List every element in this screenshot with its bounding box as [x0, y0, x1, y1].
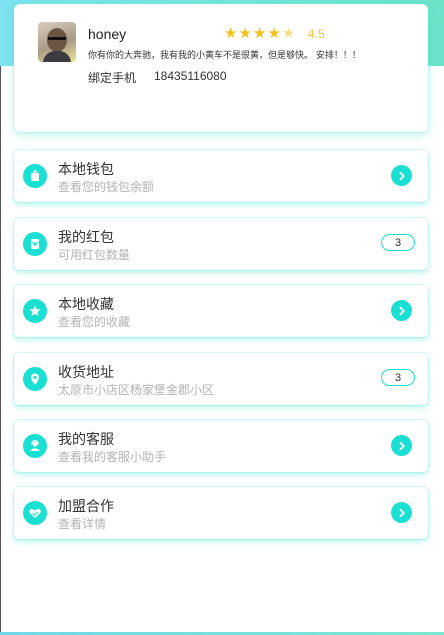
- menu-item-subtitle: 查看我的客服小助手: [58, 450, 167, 464]
- menu-item-wallet[interactable]: 本地钱包 查看您的钱包余额: [14, 150, 428, 202]
- menu-item-title: 我的客服: [58, 432, 114, 448]
- menu-item-title: 加盟合作: [58, 499, 114, 515]
- count-badge[interactable]: 3: [381, 369, 415, 386]
- rating-stars: ★★★★★: [224, 24, 296, 42]
- avatar-face: [47, 28, 67, 52]
- menu-item-customer-service[interactable]: 我的客服 查看我的客服小助手: [14, 420, 428, 472]
- profile-card: honey ★★★★★ 4.5 你有你的大奔驰，我有我的小黄车不是很黄，但是够快…: [14, 4, 428, 132]
- username: honey: [88, 26, 127, 42]
- menu-item-favorites[interactable]: 本地收藏 查看您的收藏: [14, 285, 428, 337]
- phone-value: 18435116080: [154, 69, 227, 83]
- phone-label: 绑定手机: [88, 71, 137, 85]
- menu-item-subtitle: 太原市小店区杨家堡金郡小区: [58, 383, 215, 397]
- red-packet-icon: [23, 232, 47, 256]
- frame-edge: [0, 66, 1, 635]
- avatar-shirt: [43, 51, 71, 62]
- menu-item-subtitle: 查看详情: [58, 517, 107, 531]
- wallet-icon: [23, 164, 47, 188]
- chevron-right-icon[interactable]: [391, 300, 412, 321]
- menu-item-address[interactable]: 收货地址 太原市小店区杨家堡金郡小区 3: [14, 353, 428, 405]
- star-icon: ★: [224, 24, 239, 42]
- rating-value: 4.5: [308, 27, 325, 41]
- avatar[interactable]: [38, 22, 76, 62]
- profile-motto: 你有你的大奔驰，我有我的小黄车不是很黄，但是够快。 安排！！！: [88, 51, 361, 61]
- menu-item-subtitle: 查看您的钱包余额: [58, 180, 155, 194]
- star-icon: ★: [252, 24, 268, 42]
- menu-item-title: 本地钱包: [58, 162, 114, 178]
- star-icon: [23, 299, 47, 323]
- menu-item-subtitle: 查看您的收藏: [58, 315, 131, 329]
- chevron-right-icon[interactable]: [391, 435, 412, 456]
- avatar-glasses: [48, 37, 66, 40]
- menu-item-red-packet[interactable]: 我的红包 可用红包数量 3: [14, 218, 428, 270]
- star-icon: ★: [238, 24, 253, 42]
- menu-item-title: 本地收藏: [58, 297, 114, 313]
- chevron-right-icon[interactable]: [391, 502, 412, 523]
- handshake-icon: [23, 501, 47, 525]
- menu-item-subtitle: 可用红包数量: [58, 248, 131, 262]
- location-pin-icon: [23, 367, 47, 391]
- menu-item-title: 收货地址: [58, 365, 114, 381]
- chevron-right-icon[interactable]: [391, 165, 412, 186]
- half-star-icon: ★: [281, 24, 297, 42]
- menu-item-title: 我的红包: [58, 230, 114, 246]
- star-icon: ★: [267, 24, 282, 42]
- count-badge[interactable]: 3: [381, 234, 415, 251]
- menu-item-partnership[interactable]: 加盟合作 查看详情: [14, 487, 428, 539]
- customer-service-icon: [23, 434, 47, 458]
